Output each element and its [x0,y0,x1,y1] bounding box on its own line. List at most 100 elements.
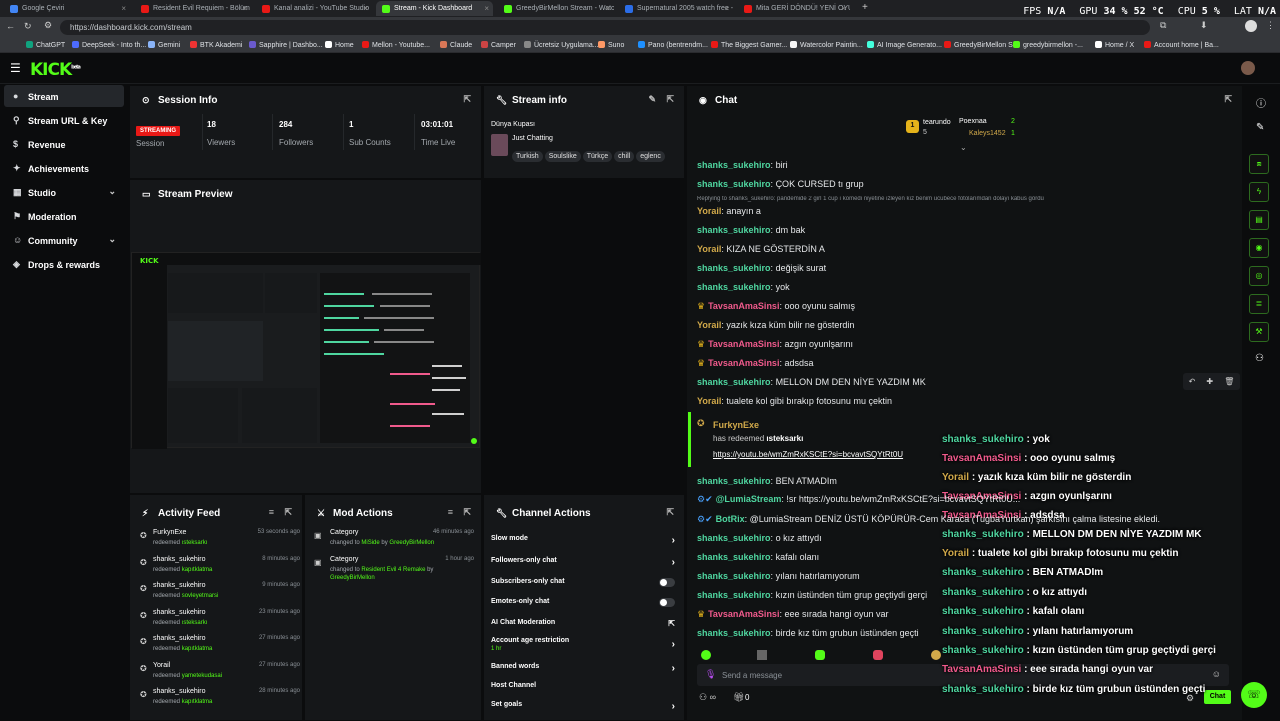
rail-wrench-icon[interactable]: ⚒ [1249,322,1269,342]
bookmark-item[interactable]: GreedyBirMellon S... [944,41,1019,49]
browser-tab[interactable]: Mita GERİ DÖNDÜ! YENİ OYUN M× [738,1,850,16]
user-avatar[interactable] [1241,61,1255,75]
toggle-switch[interactable] [659,598,675,607]
chat-username[interactable]: Yorail [697,244,721,254]
bookmark-item[interactable]: Home [325,41,354,49]
tag-chip[interactable]: eglenc [636,151,665,162]
close-tab-icon[interactable]: × [605,4,610,13]
expand-chevron-icon[interactable]: ⌄ [960,143,967,152]
chat-username[interactable]: @LumiaStream [716,494,782,504]
close-tab-icon[interactable]: × [242,4,247,13]
support-chat-icon[interactable]: ☏ [1241,682,1267,708]
chat-username[interactable]: shanks_sukehiro [697,571,771,581]
edit-pencil-icon[interactable]: ✎ [648,94,656,105]
bookmark-item[interactable]: Sapphire | Dashbo... [249,41,323,49]
channel-action-account-age-restriction[interactable]: Account age restriction 1 hr › [491,637,677,657]
reload-icon[interactable]: ↻ [24,21,32,32]
downloads-icon[interactable]: ⬇ [1200,20,1208,31]
chat-send-button[interactable]: Chat [1204,690,1231,704]
chat-username[interactable]: shanks_sukehiro [697,533,771,543]
bookmark-item[interactable]: Pano (bentrendm... [638,41,708,49]
sidebar-item-moderation[interactable]: ⚑ Moderation [4,205,124,227]
emoji-icon[interactable]: ☺ [1212,669,1221,679]
filter-icon[interactable]: ≡ [269,507,274,517]
users-icon[interactable]: ⚇ ∞ [699,692,716,703]
chevron-down-icon[interactable]: ⌄ [108,234,116,245]
bookmark-item[interactable]: Claude [440,41,472,49]
pin-icon[interactable]: ✚ [1206,377,1213,386]
activity-user[interactable]: shanks_sukehiro [153,582,206,589]
popout-icon[interactable]: ⇱ [463,507,471,518]
chevron-right-icon[interactable]: › [672,701,675,712]
rail-bolt-icon[interactable]: ϟ [1249,182,1269,202]
site-info-icon[interactable]: ⚙ [44,20,52,31]
new-tab-button[interactable]: + [862,2,868,13]
bookmark-item[interactable]: AI Image Generato... [867,41,942,49]
browser-tab[interactable]: Stream - Kick Dashboard × [376,1,493,16]
sidebar-item-community[interactable]: ☺ Community ⌄ [4,229,124,251]
chevron-right-icon[interactable]: › [672,663,675,674]
chat-username[interactable]: shanks_sukehiro [697,282,771,292]
bookmark-item[interactable]: greedybirmellon -... [1013,41,1083,49]
info-icon[interactable]: ⓘ [1256,95,1266,110]
rail-chat-icon[interactable]: ◉ [1249,238,1269,258]
sidebar-item-drops-rewards[interactable]: ◈ Drops & rewards [4,253,124,275]
bookmark-item[interactable]: DeepSeek - Into th... [72,41,146,49]
chat-username[interactable]: BotRix [716,514,745,524]
popout-icon[interactable]: ⇱ [1224,94,1232,105]
browser-tab[interactable]: GreedyBirMellon Stream - Watch × [498,1,614,16]
activity-user[interactable]: Yorail [153,662,170,669]
gift-icon[interactable]: 🎁︎ [733,692,744,703]
url-bar[interactable]: https://dashboard.kick.com/stream [60,20,1150,35]
channel-action-host-channel[interactable]: Host Channel [491,682,677,702]
sidebar-item-achievements[interactable]: ✦ Achievements [4,157,124,179]
hamburger-menu-icon[interactable]: ☰ [10,61,21,75]
chat-username[interactable]: shanks_sukehiro [697,179,771,189]
chat-username[interactable]: TavsanAmaSinsi [708,609,779,619]
bookmark-item[interactable]: BTK Akademi [190,41,242,49]
rail-doc-icon[interactable]: ▤ [1249,210,1269,230]
reply-icon[interactable]: ↶ [1189,377,1196,386]
bookmark-item[interactable]: Watercolor Paintin... [790,41,863,49]
bookmark-item[interactable]: Gemini [148,41,180,49]
browser-tab[interactable]: Supernatural 2005 watch free - fs × [619,1,733,16]
bookmark-item[interactable]: Mellon - Youtube... [362,41,430,49]
chevron-right-icon[interactable]: › [672,535,675,546]
rail-list-icon[interactable]: ≣ [1249,294,1269,314]
extensions-icon[interactable]: ⧉ [1160,20,1166,31]
menu-icon[interactable]: ⋮ [1266,20,1275,31]
chevron-right-icon[interactable]: › [672,557,675,568]
chat-username[interactable]: shanks_sukehiro [697,552,771,562]
emote-icon[interactable] [931,650,941,660]
chevron-down-icon[interactable]: ⌄ [108,186,116,197]
sidebar-item-studio[interactable]: ▦ Studio ⌄ [4,181,124,203]
emote-icon[interactable] [757,650,767,660]
tag-chip[interactable]: chill [614,151,635,162]
browser-tab[interactable]: Kanal analizi - YouTube Studio × [256,1,372,16]
emote-icon[interactable] [873,650,883,660]
popout-icon[interactable]: ⇱ [666,507,674,518]
filter-icon[interactable]: ≡ [448,507,453,517]
popout-icon[interactable]: ⇱ [666,94,674,105]
close-tab-icon[interactable]: × [121,4,126,13]
bookmark-item[interactable]: Account home | Ba... [1144,41,1219,49]
chat-username[interactable]: shanks_sukehiro [697,590,771,600]
chat-username[interactable]: Yorail [697,396,721,406]
rail-people-icon[interactable]: ⚇ [1255,353,1264,364]
close-tab-icon[interactable]: × [484,4,489,13]
chat-username[interactable]: shanks_sukehiro [697,628,771,638]
bookmark-item[interactable]: Camper [481,41,516,49]
redeem-user[interactable]: FurkynExe [713,420,759,430]
toggle-switch[interactable] [659,578,675,587]
close-tab-icon[interactable]: × [841,4,846,13]
chat-username[interactable]: Yorail [697,206,721,216]
chat-username[interactable]: TavsanAmaSinsi [708,339,779,349]
channel-action-set-goals[interactable]: Set goals › [491,701,677,721]
close-tab-icon[interactable]: × [724,4,729,13]
rail-crop-icon[interactable]: ⧈ [1249,154,1269,174]
external-link-icon[interactable]: ⇱ [668,619,675,628]
browser-tab[interactable]: Google Çeviri × [4,1,130,16]
activity-user[interactable]: shanks_sukehiro [153,635,206,642]
tag-chip[interactable]: Turkish [512,151,543,162]
bookmark-item[interactable]: Suno [598,41,624,49]
